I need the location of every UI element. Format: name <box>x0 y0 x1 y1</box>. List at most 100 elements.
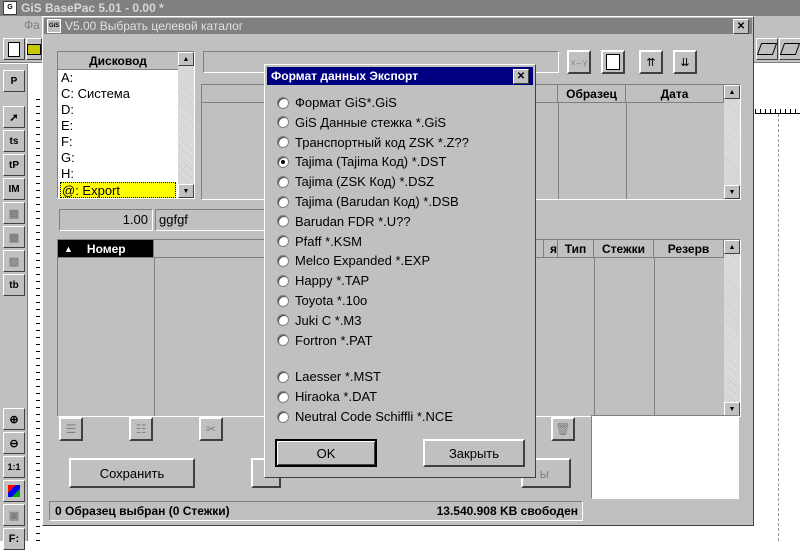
drive-item-d[interactable]: D: <box>60 102 177 118</box>
target-folder-title: V5.00 Выбрать целевой каталог <box>65 19 244 33</box>
grid-tool-button-2[interactable] <box>779 38 800 60</box>
drive-item-c[interactable]: C: Система <box>60 86 177 102</box>
format-option[interactable]: Neutral Code Schiffli *.NCE <box>277 407 453 426</box>
pattern-tool-button-1[interactable]: ▦ <box>3 202 25 224</box>
radio-icon[interactable] <box>277 116 289 129</box>
pattern-table-header-sample[interactable]: Образец <box>558 85 626 103</box>
radio-icon[interactable] <box>277 96 289 109</box>
drive-f-button[interactable]: F: <box>3 528 25 550</box>
drive-list-scrollbar[interactable]: ▲ ▼ <box>178 52 194 198</box>
pattern-scroll-down-arrow[interactable]: ▼ <box>724 185 740 199</box>
save-button-label: Сохранить <box>99 465 165 481</box>
stitch-tool-button[interactable]: ts <box>3 130 25 152</box>
format-option[interactable]: Hiraoka *.DAT <box>277 387 377 406</box>
drive-item-g[interactable]: G: <box>60 150 177 166</box>
color-palette-button[interactable] <box>3 480 25 502</box>
design-table-header-reserve[interactable]: Резерв <box>654 240 724 258</box>
export-file-button[interactable] <box>601 50 625 74</box>
window-close-button[interactable]: ✕ <box>733 19 749 34</box>
radio-icon[interactable] <box>277 215 289 228</box>
format-option[interactable]: Формат GiS*.GiS <box>277 93 397 112</box>
swap-xy-button[interactable]: x↔y <box>567 50 591 74</box>
move-up-button[interactable]: ⇈ <box>639 50 663 74</box>
name-field[interactable]: ggfgf <box>155 209 275 231</box>
machine-button[interactable]: ▣ <box>3 504 25 526</box>
design-table-header-type[interactable]: Тип <box>558 240 594 258</box>
scale-field[interactable]: 1.00 <box>59 209 153 231</box>
trash-button[interactable]: 🗑 <box>551 417 575 441</box>
format-option[interactable]: Tajima (Tajima Код) *.DST <box>277 152 446 171</box>
close-button[interactable]: Закрыть <box>423 439 525 467</box>
zoom-in-button[interactable]: ⊕ <box>3 408 25 430</box>
close-button-label: Закрыть <box>448 445 500 461</box>
format-option[interactable]: Happy *.TAP <box>277 271 369 290</box>
preview-box <box>591 415 739 499</box>
point-tool-button[interactable]: P <box>3 70 25 92</box>
design-table-header-partial[interactable]: я <box>544 240 558 258</box>
format-option-label: GiS Данные стежка *.GiS <box>295 114 447 130</box>
radio-icon[interactable] <box>277 274 289 287</box>
design-scroll-down-arrow[interactable]: ▼ <box>724 402 740 416</box>
design-scroll-up-arrow[interactable]: ▲ <box>724 240 740 254</box>
format-option[interactable]: Juki C *.M3 <box>277 311 361 330</box>
drive-item-a[interactable]: A: <box>60 70 177 86</box>
ok-button[interactable]: OK <box>275 439 377 467</box>
radio-icon[interactable] <box>277 370 289 383</box>
radio-icon[interactable] <box>277 294 289 307</box>
format-option-label: Toyota *.10o <box>295 293 368 308</box>
radio-icon[interactable] <box>277 254 289 267</box>
format-option[interactable]: Laesser *.MST <box>277 367 381 386</box>
pattern-scroll-up-arrow[interactable]: ▲ <box>724 85 740 99</box>
select-arrow-button[interactable]: ➚ <box>3 106 25 128</box>
radio-icon[interactable] <box>277 314 289 327</box>
design-table-header-stitches[interactable]: Стежки <box>594 240 654 258</box>
radio-icon[interactable] <box>277 334 289 347</box>
radio-icon[interactable] <box>277 390 289 403</box>
scroll-down-arrow[interactable]: ▼ <box>178 184 194 198</box>
new-file-button[interactable] <box>3 38 25 60</box>
format-option[interactable]: Barudan FDR *.U?? <box>277 212 411 231</box>
radio-icon[interactable] <box>277 410 289 423</box>
save-button[interactable]: Сохранить <box>69 458 195 488</box>
format-option-label: Pfaff *.KSM <box>295 233 362 249</box>
scroll-up-arrow[interactable]: ▲ <box>178 52 194 66</box>
punch-tool-button[interactable]: tP <box>3 154 25 176</box>
text-tool-button[interactable]: tb <box>3 274 25 296</box>
detail-view-button[interactable]: ☷ <box>129 417 153 441</box>
image-tool-button[interactable]: IM <box>3 178 25 200</box>
format-option[interactable]: Транспортный код ZSK *.Z?? <box>277 133 469 152</box>
radio-icon[interactable] <box>277 195 289 208</box>
format-option[interactable]: Tajima (ZSK Код) *.DSZ <box>277 172 434 191</box>
format-option[interactable]: Fortron *.PAT <box>277 331 373 350</box>
drive-item-e[interactable]: E: <box>60 118 177 134</box>
radio-selected-icon[interactable] <box>277 155 289 168</box>
pattern-tool-button-2[interactable]: ▩ <box>3 226 25 248</box>
drive-list: A: C: Система D: E: F: G: H: @: Export <box>58 70 178 198</box>
radio-icon[interactable] <box>277 235 289 248</box>
dialog-close-button[interactable]: ✕ <box>513 69 529 84</box>
format-option[interactable]: Tajima (Barudan Код) *.DSB <box>277 192 459 211</box>
zoom-actual-button[interactable]: 1:1 <box>3 456 25 478</box>
format-option[interactable]: Toyota *.10o <box>277 291 367 310</box>
pattern-table-header-date[interactable]: Дата <box>626 85 724 103</box>
drive-item-h[interactable]: H: <box>60 166 177 182</box>
move-down-button[interactable]: ⇊ <box>673 50 697 74</box>
drive-item-export[interactable]: @: Export <box>60 182 176 198</box>
pattern-tool-button-3[interactable]: ▧ <box>3 250 25 272</box>
design-table-scrollbar[interactable]: ▲ ▼ <box>724 240 740 416</box>
dialog-close-icon: ✕ <box>516 70 526 82</box>
design-table-header-number[interactable]: ▲ Номер <box>58 240 154 258</box>
format-option[interactable]: Pfaff *.KSM <box>277 232 362 251</box>
grid-tool-button-1[interactable] <box>756 38 778 60</box>
open-folder-button[interactable] <box>26 38 42 60</box>
menu-item-file[interactable]: Фа <box>24 18 40 32</box>
radio-icon[interactable] <box>277 175 289 188</box>
tools-button[interactable]: ✂ <box>199 417 223 441</box>
list-view-button[interactable]: ☰ <box>59 417 83 441</box>
drive-item-f[interactable]: F: <box>60 134 177 150</box>
radio-icon[interactable] <box>277 136 289 149</box>
pattern-table-scrollbar[interactable]: ▲ ▼ <box>724 85 740 199</box>
format-option[interactable]: Melco Expanded *.EXP <box>277 251 430 270</box>
zoom-out-button[interactable]: ⊖ <box>3 432 25 454</box>
format-option[interactable]: GiS Данные стежка *.GiS <box>277 113 446 132</box>
